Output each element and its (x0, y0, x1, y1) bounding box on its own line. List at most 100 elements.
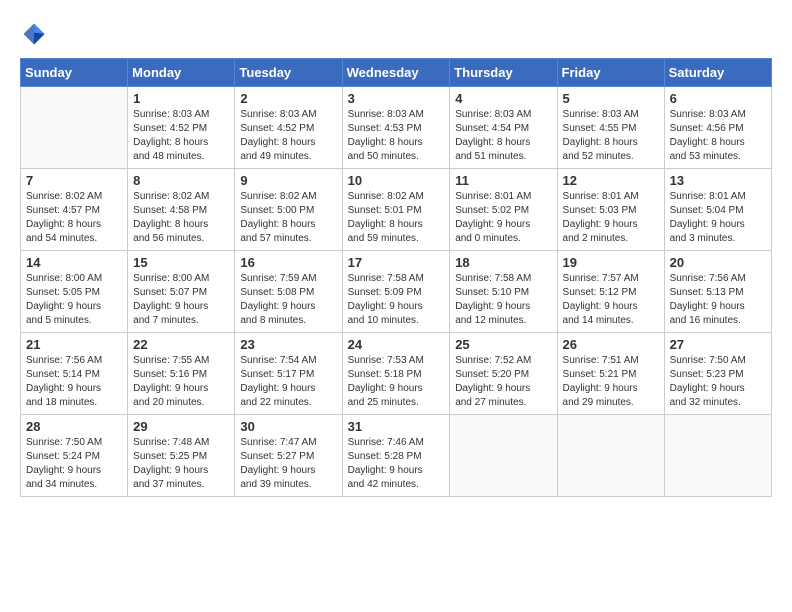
day-number: 26 (563, 337, 659, 352)
day-number: 29 (133, 419, 229, 434)
calendar-cell: 9Sunrise: 8:02 AM Sunset: 5:00 PM Daylig… (235, 169, 342, 251)
day-info: Sunrise: 8:03 AM Sunset: 4:56 PM Dayligh… (670, 108, 766, 164)
calendar-cell: 3 Sunrise: 8:03 AM Sunset: 4:53 PM Daylig… (342, 87, 450, 169)
day-number: 23 (240, 337, 336, 352)
day-number: 25 (455, 337, 551, 352)
day-info: Sunrise: 7:55 AM Sunset: 5:16 PM Dayligh… (133, 354, 229, 410)
calendar-cell: 29 Sunrise: 7:48 AM Sunset: 5:25 PM Dayli… (128, 415, 235, 497)
day-info: Sunrise: 8:03 AM Sunset: 4:55 PM Dayligh… (563, 108, 659, 164)
day-info: Sunrise: 8:03 AM Sunset: 4:52 PM Dayligh… (133, 108, 229, 164)
day-number: 16 (240, 255, 336, 270)
day-number: 28 (26, 419, 122, 434)
logo (20, 20, 52, 48)
calendar-cell: 1 Sunrise: 8:03 AM Sunset: 4:52 PM Daylig… (128, 87, 235, 169)
day-number: 5 (563, 91, 659, 106)
day-number: 13 (670, 173, 766, 188)
day-info: Sunrise: 7:52 AM Sunset: 5:20 PM Dayligh… (455, 354, 551, 410)
day-info: Sunrise: 8:00 AM Sunset: 5:05 PM Dayligh… (26, 272, 122, 328)
day-info: Sunrise: 7:51 AM Sunset: 5:21 PM Dayligh… (563, 354, 659, 410)
day-number: 1 (133, 91, 229, 106)
day-number: 17 (348, 255, 445, 270)
day-info: Sunrise: 8:01 AM Sunset: 5:02 PM Dayligh… (455, 190, 551, 246)
calendar-cell: 26 Sunrise: 7:51 AM Sunset: 5:21 PM Dayli… (557, 333, 664, 415)
calendar-cell: 20Sunrise: 7:56 AM Sunset: 5:13 PM Dayli… (664, 251, 771, 333)
calendar-cell: 12 Sunrise: 8:01 AM Sunset: 5:03 PM Dayli… (557, 169, 664, 251)
day-number: 15 (133, 255, 229, 270)
day-info: Sunrise: 7:48 AM Sunset: 5:25 PM Dayligh… (133, 436, 229, 492)
day-info: Sunrise: 7:54 AM Sunset: 5:17 PM Dayligh… (240, 354, 336, 410)
day-info: Sunrise: 8:03 AM Sunset: 4:54 PM Dayligh… (455, 108, 551, 164)
calendar-header-tuesday: Tuesday (235, 59, 342, 87)
calendar-week-row: 21 Sunrise: 7:56 AM Sunset: 5:14 PM Dayli… (21, 333, 772, 415)
day-info: Sunrise: 7:58 AM Sunset: 5:10 PM Dayligh… (455, 272, 551, 328)
day-info: Sunrise: 8:01 AM Sunset: 5:03 PM Dayligh… (563, 190, 659, 246)
calendar-cell: 15 Sunrise: 8:00 AM Sunset: 5:07 PM Dayli… (128, 251, 235, 333)
day-number: 14 (26, 255, 122, 270)
day-number: 11 (455, 173, 551, 188)
day-number: 6 (670, 91, 766, 106)
day-info: Sunrise: 7:57 AM Sunset: 5:12 PM Dayligh… (563, 272, 659, 328)
day-number: 27 (670, 337, 766, 352)
calendar-cell: 27 Sunrise: 7:50 AM Sunset: 5:23 PM Dayli… (664, 333, 771, 415)
calendar-cell: 21 Sunrise: 7:56 AM Sunset: 5:14 PM Dayli… (21, 333, 128, 415)
calendar-cell: 30 Sunrise: 7:47 AM Sunset: 5:27 PM Dayli… (235, 415, 342, 497)
day-info: Sunrise: 7:50 AM Sunset: 5:23 PM Dayligh… (670, 354, 766, 410)
day-number: 7 (26, 173, 122, 188)
calendar-week-row: 28 Sunrise: 7:50 AM Sunset: 5:24 PM Dayli… (21, 415, 772, 497)
logo-icon (20, 20, 48, 48)
day-number: 10 (348, 173, 445, 188)
page-header (20, 20, 772, 48)
calendar-cell: 16 Sunrise: 7:59 AM Sunset: 5:08 PM Dayli… (235, 251, 342, 333)
calendar-week-row: 7Sunrise: 8:02 AM Sunset: 4:57 PM Daylig… (21, 169, 772, 251)
day-number: 18 (455, 255, 551, 270)
day-number: 22 (133, 337, 229, 352)
calendar-cell: 23 Sunrise: 7:54 AM Sunset: 5:17 PM Dayli… (235, 333, 342, 415)
calendar-cell: 8 Sunrise: 8:02 AM Sunset: 4:58 PM Daylig… (128, 169, 235, 251)
day-info: Sunrise: 8:02 AM Sunset: 4:58 PM Dayligh… (133, 190, 229, 246)
calendar-cell: 14 Sunrise: 8:00 AM Sunset: 5:05 PM Dayli… (21, 251, 128, 333)
day-info: Sunrise: 7:58 AM Sunset: 5:09 PM Dayligh… (348, 272, 445, 328)
calendar-header-thursday: Thursday (450, 59, 557, 87)
calendar-cell: 13 Sunrise: 8:01 AM Sunset: 5:04 PM Dayli… (664, 169, 771, 251)
calendar-header-sunday: Sunday (21, 59, 128, 87)
calendar-header-friday: Friday (557, 59, 664, 87)
calendar-header-wednesday: Wednesday (342, 59, 450, 87)
day-info: Sunrise: 7:56 AM Sunset: 5:14 PM Dayligh… (26, 354, 122, 410)
calendar-cell: 7Sunrise: 8:02 AM Sunset: 4:57 PM Daylig… (21, 169, 128, 251)
day-number: 21 (26, 337, 122, 352)
calendar-cell: 31 Sunrise: 7:46 AM Sunset: 5:28 PM Dayli… (342, 415, 450, 497)
calendar-cell: 4 Sunrise: 8:03 AM Sunset: 4:54 PM Daylig… (450, 87, 557, 169)
calendar-cell: 18 Sunrise: 7:58 AM Sunset: 5:10 PM Dayli… (450, 251, 557, 333)
calendar-cell: 10 Sunrise: 8:02 AM Sunset: 5:01 PM Dayli… (342, 169, 450, 251)
day-info: Sunrise: 7:47 AM Sunset: 5:27 PM Dayligh… (240, 436, 336, 492)
calendar-cell (21, 87, 128, 169)
day-info: Sunrise: 7:50 AM Sunset: 5:24 PM Dayligh… (26, 436, 122, 492)
calendar-cell: 17 Sunrise: 7:58 AM Sunset: 5:09 PM Dayli… (342, 251, 450, 333)
day-number: 8 (133, 173, 229, 188)
day-info: Sunrise: 8:00 AM Sunset: 5:07 PM Dayligh… (133, 272, 229, 328)
day-number: 9 (240, 173, 336, 188)
day-info: Sunrise: 7:59 AM Sunset: 5:08 PM Dayligh… (240, 272, 336, 328)
calendar-cell: 2Sunrise: 8:03 AM Sunset: 4:52 PM Daylig… (235, 87, 342, 169)
calendar-cell: 5 Sunrise: 8:03 AM Sunset: 4:55 PM Daylig… (557, 87, 664, 169)
calendar-cell: 11 Sunrise: 8:01 AM Sunset: 5:02 PM Dayli… (450, 169, 557, 251)
calendar-cell (664, 415, 771, 497)
calendar-week-row: 1 Sunrise: 8:03 AM Sunset: 4:52 PM Daylig… (21, 87, 772, 169)
calendar-header-saturday: Saturday (664, 59, 771, 87)
day-number: 31 (348, 419, 445, 434)
day-number: 4 (455, 91, 551, 106)
day-number: 24 (348, 337, 445, 352)
calendar-cell: 6 Sunrise: 8:03 AM Sunset: 4:56 PM Daylig… (664, 87, 771, 169)
day-info: Sunrise: 8:03 AM Sunset: 4:53 PM Dayligh… (348, 108, 445, 164)
day-number: 12 (563, 173, 659, 188)
day-number: 3 (348, 91, 445, 106)
day-info: Sunrise: 8:01 AM Sunset: 5:04 PM Dayligh… (670, 190, 766, 246)
calendar-cell: 22 Sunrise: 7:55 AM Sunset: 5:16 PM Dayli… (128, 333, 235, 415)
day-number: 19 (563, 255, 659, 270)
day-info: Sunrise: 8:02 AM Sunset: 5:01 PM Dayligh… (348, 190, 445, 246)
calendar-header-row: SundayMondayTuesdayWednesdayThursdayFrid… (21, 59, 772, 87)
day-info: Sunrise: 7:53 AM Sunset: 5:18 PM Dayligh… (348, 354, 445, 410)
day-number: 30 (240, 419, 336, 434)
day-info: Sunrise: 7:46 AM Sunset: 5:28 PM Dayligh… (348, 436, 445, 492)
calendar-cell: 25 Sunrise: 7:52 AM Sunset: 5:20 PM Dayli… (450, 333, 557, 415)
